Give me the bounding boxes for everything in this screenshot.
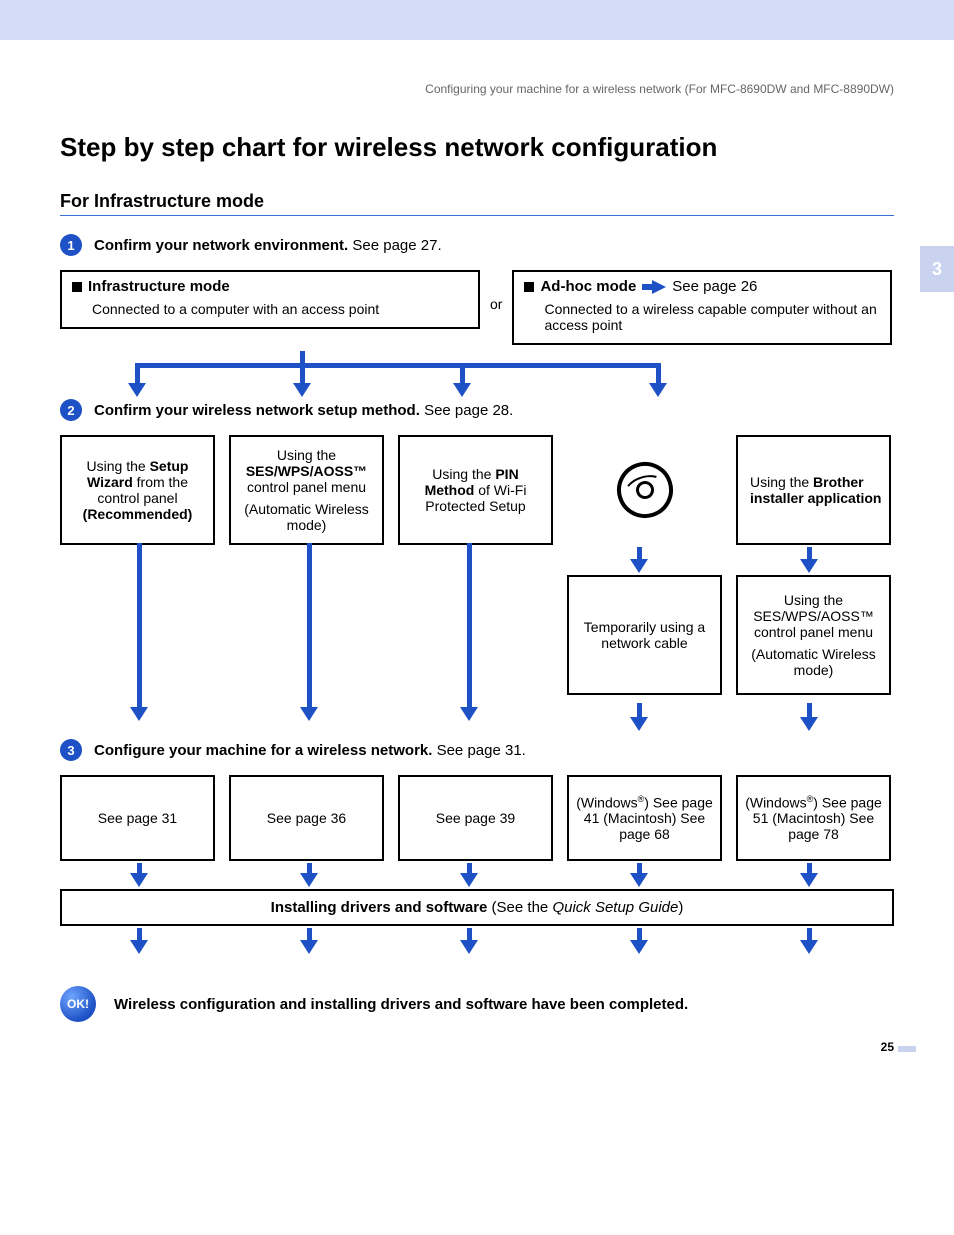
- infra-desc: Connected to a computer with an access p…: [72, 301, 468, 317]
- short-arrows-c: [60, 861, 894, 889]
- section-heading: For Infrastructure mode: [60, 191, 894, 216]
- infrastructure-mode-box: Infrastructure mode Connected to a compu…: [60, 270, 480, 329]
- method-setup-wizard: Using the Setup Wizard from the control …: [60, 435, 215, 545]
- completion-row: OK! Wireless configuration and installin…: [60, 986, 894, 1022]
- adhoc-see: See page 26: [672, 278, 757, 295]
- cd-icon: [609, 455, 680, 526]
- page-refs-row: See page 31 See page 36 See page 39 (Win…: [60, 775, 894, 861]
- step-2-bold: Confirm your wireless network setup meth…: [94, 402, 420, 419]
- step-badge-1: 1: [60, 234, 82, 256]
- short-arrows-a: [60, 545, 894, 575]
- step-2: 2 Confirm your wireless network setup me…: [60, 399, 894, 421]
- sub-ses-wps-aoss: Using the SES/WPS/AOSS™ control panel me…: [736, 575, 891, 695]
- sub-temp-cable: Temporarily using a network cable: [567, 575, 722, 695]
- adhoc-mode-box: Ad-hoc mode See page 26 Connected to a w…: [512, 270, 892, 345]
- step-1: 1 Confirm your network environment. See …: [60, 234, 894, 256]
- bullet-icon: [524, 282, 534, 292]
- page-number: 25: [881, 1040, 894, 1054]
- adhoc-title: Ad-hoc mode: [540, 278, 636, 295]
- completion-text: Wireless configuration and installing dr…: [114, 996, 688, 1013]
- page-ref-2: See page 36: [229, 775, 384, 861]
- page-ref-1: See page 31: [60, 775, 215, 861]
- method-brother-installer: Using the Brother installer application: [736, 435, 891, 545]
- install-row: Installing drivers and software (See the…: [60, 889, 894, 926]
- page-number-bar: [898, 1046, 916, 1052]
- ok-badge: OK!: [60, 986, 96, 1022]
- step-3: 3 Configure your machine for a wireless …: [60, 739, 894, 761]
- short-arrows-b: [60, 699, 894, 733]
- step-badge-2: 2: [60, 399, 82, 421]
- step-3-bold: Configure your machine for a wireless ne…: [94, 742, 432, 759]
- cd-icon-cell: [567, 435, 722, 545]
- adhoc-desc: Connected to a wireless capable computer…: [524, 301, 880, 333]
- page-title: Step by step chart for wireless network …: [60, 132, 894, 163]
- step-1-bold: Confirm your network environment.: [94, 237, 348, 254]
- top-banner: [0, 0, 954, 40]
- method-row: Using the Setup Wizard from the control …: [60, 435, 894, 545]
- page-ref-4: (Windows®) See page 41 (Macintosh) See p…: [567, 775, 722, 861]
- page-ref-3: See page 39: [398, 775, 553, 861]
- step-badge-3: 3: [60, 739, 82, 761]
- sub-method-row: Temporarily using a network cable Using …: [60, 575, 894, 695]
- header-note: Configuring your machine for a wireless …: [60, 82, 894, 96]
- step-1-rest: See page 27.: [348, 237, 441, 254]
- method-ses-wps-aoss: Using the SES/WPS/AOSS™ control panel me…: [229, 435, 384, 545]
- arrow-right-icon: [652, 280, 666, 294]
- step-3-rest: See page 31.: [432, 742, 525, 759]
- bullet-icon: [72, 282, 82, 292]
- branch-arrows-1: [60, 351, 894, 399]
- page-ref-5: (Windows®) See page 51 (Macintosh) See p…: [736, 775, 891, 861]
- infra-title: Infrastructure mode: [88, 278, 230, 295]
- or-label: or: [490, 270, 502, 312]
- short-arrows-d: [60, 926, 894, 958]
- method-pin: Using the PIN Method of Wi-Fi Protected …: [398, 435, 553, 545]
- step-2-rest: See page 28.: [420, 402, 513, 419]
